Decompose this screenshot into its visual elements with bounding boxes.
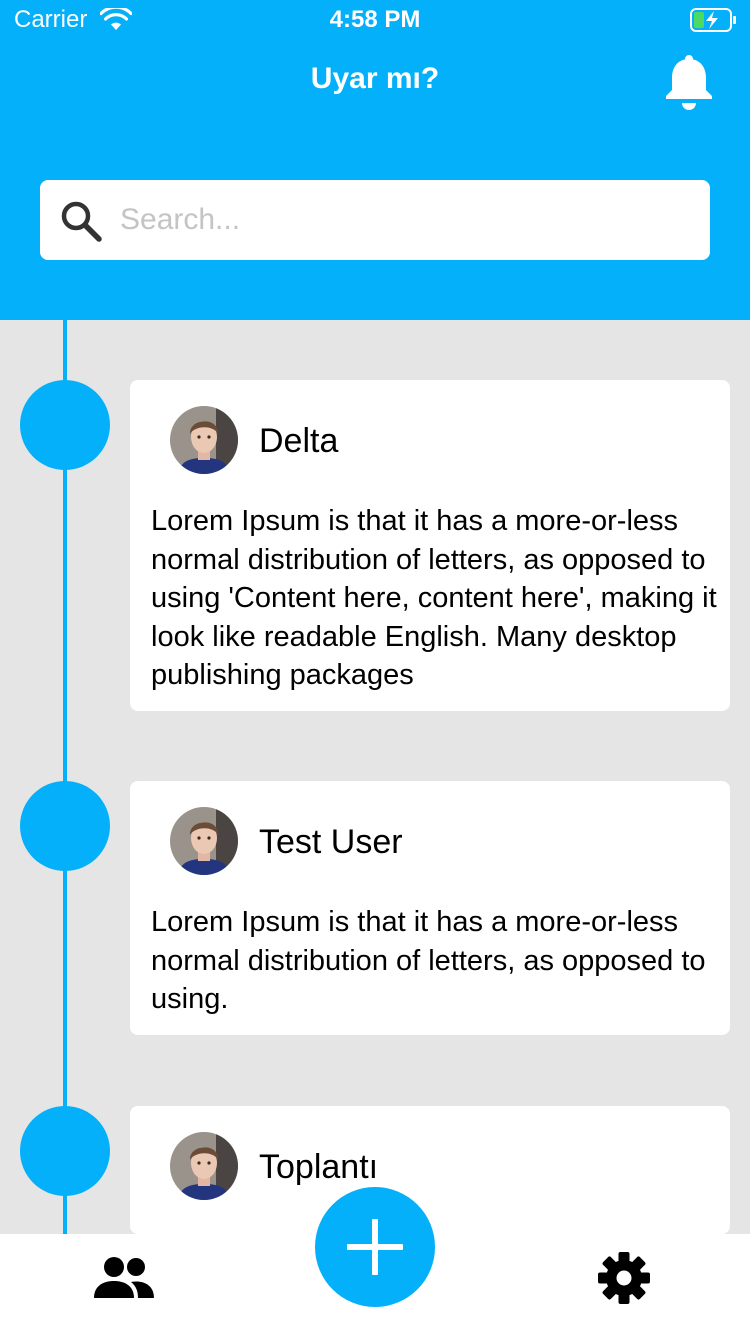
header: Carrier 4:58 PM Uyar mı? bbox=[0, 0, 750, 320]
people-icon[interactable] bbox=[94, 1256, 154, 1300]
status-time: 4:58 PM bbox=[329, 6, 421, 33]
post-text: Lorem Ipsum is that it has a more-or-les… bbox=[151, 505, 717, 691]
bell-icon[interactable] bbox=[664, 54, 714, 110]
search-input[interactable] bbox=[120, 194, 690, 246]
avatar bbox=[170, 1132, 238, 1200]
post-card[interactable]: Delta Lorem Ipsum is that it has a more-… bbox=[130, 380, 730, 711]
plus-icon bbox=[347, 1219, 403, 1275]
post-card[interactable]: Toplantı bbox=[130, 1106, 730, 1234]
timeline-dot bbox=[20, 380, 110, 470]
battery-charging-icon bbox=[690, 8, 736, 32]
avatar bbox=[170, 406, 238, 474]
timeline-dot bbox=[20, 1106, 110, 1196]
page-title: Uyar mı? bbox=[310, 62, 440, 95]
search-icon bbox=[61, 201, 102, 242]
post-author-name: Test User bbox=[259, 823, 403, 861]
search-bar[interactable] bbox=[40, 180, 710, 260]
post-text: Lorem Ipsum is that it has a more-or-les… bbox=[151, 906, 706, 1015]
post-author-name: Delta bbox=[259, 422, 339, 460]
post-author-name: Toplantı bbox=[259, 1148, 379, 1186]
avatar bbox=[170, 807, 238, 875]
add-post-button[interactable] bbox=[315, 1187, 435, 1307]
gear-icon[interactable] bbox=[598, 1252, 650, 1304]
post-card[interactable]: Test User Lorem Ipsum is that it has a m… bbox=[130, 781, 730, 1035]
status-bar: Carrier 4:58 PM bbox=[0, 0, 750, 40]
timeline-dot bbox=[20, 781, 110, 871]
